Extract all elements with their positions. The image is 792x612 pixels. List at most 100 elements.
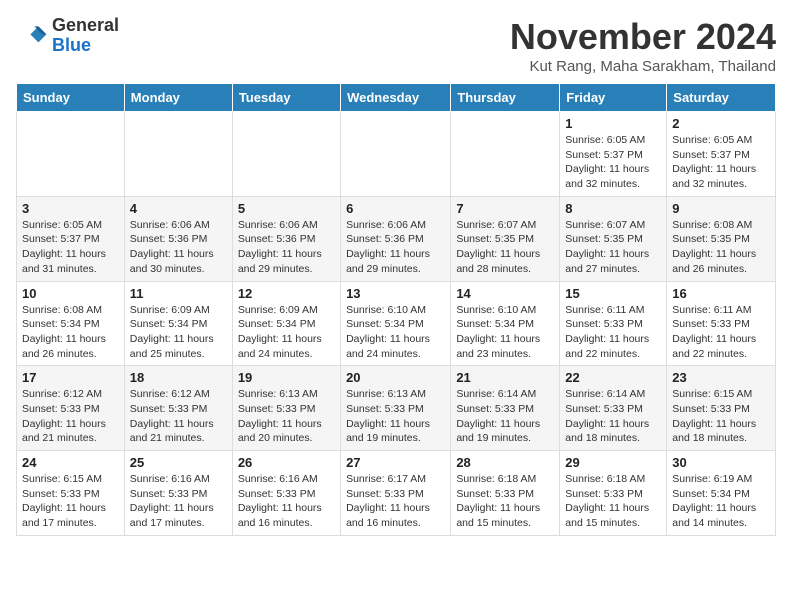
day-number: 28 [456,455,554,470]
day-info: Sunrise: 6:05 AM Sunset: 5:37 PM Dayligh… [672,133,770,192]
calendar-cell: 23Sunrise: 6:15 AM Sunset: 5:33 PM Dayli… [667,366,776,451]
day-number: 17 [22,370,119,385]
calendar-cell [124,112,232,197]
day-number: 3 [22,201,119,216]
generalblue-logo-icon [16,20,48,52]
day-info: Sunrise: 6:17 AM Sunset: 5:33 PM Dayligh… [346,472,445,531]
calendar-header: SundayMondayTuesdayWednesdayThursdayFrid… [17,84,776,112]
day-info: Sunrise: 6:06 AM Sunset: 5:36 PM Dayligh… [130,218,227,277]
calendar-cell: 30 Sunrise: 6:19 AM Sunset: 5:34 PM Dayli… [667,451,776,536]
day-number: 15 [565,286,661,301]
day-info: Sunrise: 6:12 AM Sunset: 5:33 PM Dayligh… [130,387,227,446]
day-number: 30 [672,455,770,470]
calendar-cell: 20 Sunrise: 6:13 AM Sunset: 5:33 PM Dayli… [341,366,451,451]
weekday-header: Tuesday [232,84,340,112]
day-number: 25 [130,455,227,470]
logo: General Blue [16,16,119,56]
day-info: Sunrise: 6:09 AM Sunset: 5:34 PM Dayligh… [238,303,335,362]
day-number: 14 [456,286,554,301]
calendar-cell: 10Sunrise: 6:08 AM Sunset: 5:34 PM Dayli… [17,281,125,366]
day-number: 27 [346,455,445,470]
calendar-cell: 3 Sunrise: 6:05 AM Sunset: 5:37 PM Daylig… [17,196,125,281]
calendar-cell: 17 Sunrise: 6:12 AM Sunset: 5:33 PM Dayli… [17,366,125,451]
day-number: 9 [672,201,770,216]
calendar-cell: 21 Sunrise: 6:14 AM Sunset: 5:33 PM Dayli… [451,366,560,451]
calendar-cell: 13 Sunrise: 6:10 AM Sunset: 5:34 PM Dayli… [341,281,451,366]
day-info: Sunrise: 6:11 AM Sunset: 5:33 PM Dayligh… [565,303,661,362]
day-info: Sunrise: 6:16 AM Sunset: 5:33 PM Dayligh… [238,472,335,531]
calendar-cell: 15 Sunrise: 6:11 AM Sunset: 5:33 PM Dayli… [560,281,667,366]
day-info: Sunrise: 6:06 AM Sunset: 5:36 PM Dayligh… [346,218,445,277]
calendar-cell [17,112,125,197]
calendar-cell: 6 Sunrise: 6:06 AM Sunset: 5:36 PM Daylig… [341,196,451,281]
calendar-table: SundayMondayTuesdayWednesdayThursdayFrid… [16,83,776,536]
calendar-week-row: 1 Sunrise: 6:05 AM Sunset: 5:37 PM Daylig… [17,112,776,197]
calendar-cell [341,112,451,197]
day-info: Sunrise: 6:08 AM Sunset: 5:35 PM Dayligh… [672,218,770,277]
day-number: 8 [565,201,661,216]
day-number: 26 [238,455,335,470]
day-number: 21 [456,370,554,385]
day-info: Sunrise: 6:16 AM Sunset: 5:33 PM Dayligh… [130,472,227,531]
day-info: Sunrise: 6:06 AM Sunset: 5:36 PM Dayligh… [238,218,335,277]
day-info: Sunrise: 6:14 AM Sunset: 5:33 PM Dayligh… [565,387,661,446]
day-number: 2 [672,116,770,131]
day-info: Sunrise: 6:07 AM Sunset: 5:35 PM Dayligh… [456,218,554,277]
calendar-cell: 2 Sunrise: 6:05 AM Sunset: 5:37 PM Daylig… [667,112,776,197]
weekday-header: Saturday [667,84,776,112]
day-number: 24 [22,455,119,470]
calendar-cell: 8 Sunrise: 6:07 AM Sunset: 5:35 PM Daylig… [560,196,667,281]
day-info: Sunrise: 6:13 AM Sunset: 5:33 PM Dayligh… [346,387,445,446]
day-number: 23 [672,370,770,385]
day-info: Sunrise: 6:10 AM Sunset: 5:34 PM Dayligh… [346,303,445,362]
weekday-header: Thursday [451,84,560,112]
title-block: November 2024 Kut Rang, Maha Sarakham, T… [510,16,776,75]
calendar-cell: 12Sunrise: 6:09 AM Sunset: 5:34 PM Dayli… [232,281,340,366]
calendar-cell [451,112,560,197]
day-info: Sunrise: 6:13 AM Sunset: 5:33 PM Dayligh… [238,387,335,446]
calendar-week-row: 10Sunrise: 6:08 AM Sunset: 5:34 PM Dayli… [17,281,776,366]
day-info: Sunrise: 6:11 AM Sunset: 5:33 PM Dayligh… [672,303,770,362]
day-number: 19 [238,370,335,385]
day-number: 18 [130,370,227,385]
calendar-cell: 28Sunrise: 6:18 AM Sunset: 5:33 PM Dayli… [451,451,560,536]
day-number: 4 [130,201,227,216]
calendar-cell: 19 Sunrise: 6:13 AM Sunset: 5:33 PM Dayli… [232,366,340,451]
calendar-cell: 16 Sunrise: 6:11 AM Sunset: 5:33 PM Dayli… [667,281,776,366]
day-number: 7 [456,201,554,216]
day-info: Sunrise: 6:10 AM Sunset: 5:34 PM Dayligh… [456,303,554,362]
day-number: 20 [346,370,445,385]
day-info: Sunrise: 6:15 AM Sunset: 5:33 PM Dayligh… [22,472,119,531]
weekday-header: Monday [124,84,232,112]
calendar-cell: 4 Sunrise: 6:06 AM Sunset: 5:36 PM Daylig… [124,196,232,281]
calendar-cell: 11Sunrise: 6:09 AM Sunset: 5:34 PM Dayli… [124,281,232,366]
day-number: 29 [565,455,661,470]
day-number: 1 [565,116,661,131]
day-info: Sunrise: 6:09 AM Sunset: 5:34 PM Dayligh… [130,303,227,362]
day-number: 6 [346,201,445,216]
day-info: Sunrise: 6:08 AM Sunset: 5:34 PM Dayligh… [22,303,119,362]
calendar-week-row: 24 Sunrise: 6:15 AM Sunset: 5:33 PM Dayli… [17,451,776,536]
calendar-cell: 27 Sunrise: 6:17 AM Sunset: 5:33 PM Dayli… [341,451,451,536]
day-info: Sunrise: 6:07 AM Sunset: 5:35 PM Dayligh… [565,218,661,277]
day-number: 16 [672,286,770,301]
calendar-cell: 22Sunrise: 6:14 AM Sunset: 5:33 PM Dayli… [560,366,667,451]
calendar-week-row: 17 Sunrise: 6:12 AM Sunset: 5:33 PM Dayli… [17,366,776,451]
calendar-cell: 1Sunrise: 6:05 AM Sunset: 5:37 PM Daylig… [560,112,667,197]
calendar-cell: 25 Sunrise: 6:16 AM Sunset: 5:33 PM Dayli… [124,451,232,536]
calendar-week-row: 3 Sunrise: 6:05 AM Sunset: 5:37 PM Daylig… [17,196,776,281]
day-info: Sunrise: 6:05 AM Sunset: 5:37 PM Dayligh… [22,218,119,277]
page-header: General Blue November 2024 Kut Rang, Mah… [16,16,776,75]
weekday-header: Wednesday [341,84,451,112]
calendar-cell: 5Sunrise: 6:06 AM Sunset: 5:36 PM Daylig… [232,196,340,281]
calendar-cell: 18 Sunrise: 6:12 AM Sunset: 5:33 PM Dayli… [124,366,232,451]
weekday-row: SundayMondayTuesdayWednesdayThursdayFrid… [17,84,776,112]
day-info: Sunrise: 6:14 AM Sunset: 5:33 PM Dayligh… [456,387,554,446]
day-info: Sunrise: 6:19 AM Sunset: 5:34 PM Dayligh… [672,472,770,531]
calendar-cell: 7 Sunrise: 6:07 AM Sunset: 5:35 PM Daylig… [451,196,560,281]
month-title: November 2024 [510,16,776,58]
calendar-cell: 14 Sunrise: 6:10 AM Sunset: 5:34 PM Dayli… [451,281,560,366]
day-info: Sunrise: 6:12 AM Sunset: 5:33 PM Dayligh… [22,387,119,446]
calendar-cell: 24 Sunrise: 6:15 AM Sunset: 5:33 PM Dayli… [17,451,125,536]
day-number: 13 [346,286,445,301]
